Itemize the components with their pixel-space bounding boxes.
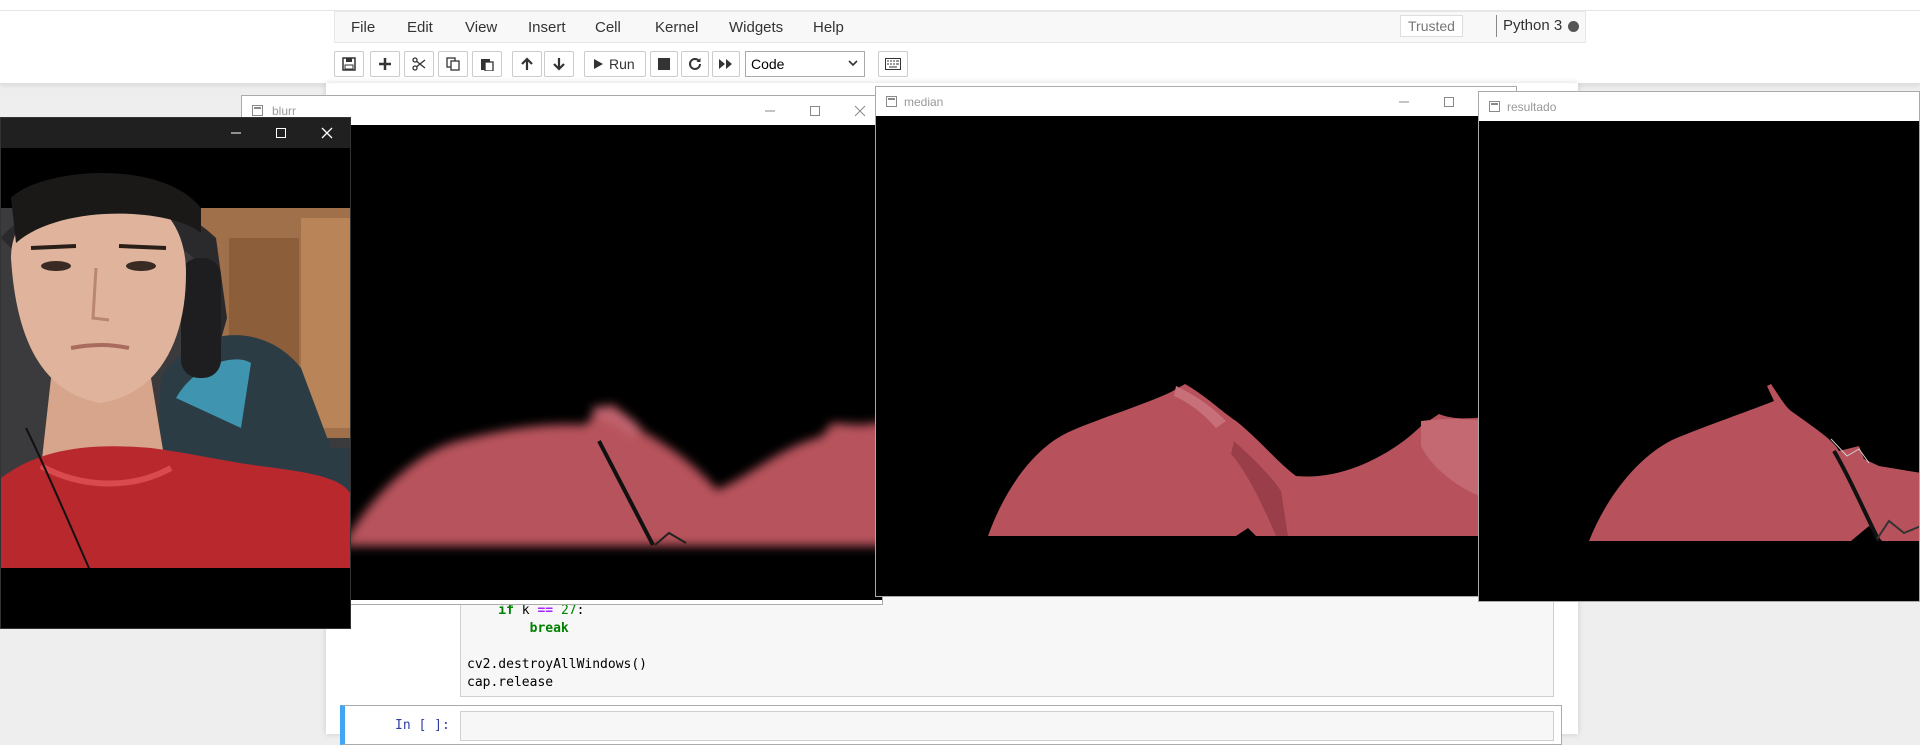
webcam-photo (1, 173, 350, 628)
resultado-titlebar[interactable]: resultado (1479, 92, 1919, 121)
webcam-window[interactable] (0, 117, 351, 629)
arrow-down-icon (553, 58, 565, 71)
close-icon[interactable] (321, 127, 333, 139)
browser-top-strip (0, 0, 1920, 11)
webcam-image (1, 148, 350, 628)
stop-icon (658, 58, 670, 70)
menu-widgets[interactable]: Widgets (729, 12, 783, 44)
webcam-titlebar[interactable] (1, 118, 350, 148)
cut-button[interactable] (404, 51, 434, 77)
window-app-icon (1489, 100, 1500, 112)
median-mask-image (988, 384, 1516, 536)
copy-icon (446, 57, 460, 71)
menu-cell[interactable]: Cell (595, 12, 621, 44)
cell-type-select[interactable]: Code (745, 51, 865, 77)
maximize-icon[interactable] (809, 105, 821, 117)
code-line-destroy: cv2.destroyAllWindows() (467, 657, 648, 672)
kernel-name[interactable]: Python 3 (1503, 15, 1562, 37)
empty-cell-input[interactable] (460, 711, 1554, 741)
minimize-icon[interactable] (1398, 96, 1410, 108)
resultado-window[interactable]: resultado (1478, 91, 1920, 602)
menubar: File Edit View Insert Cell Kernel Widget… (334, 11, 1586, 43)
kernel-separator (1496, 15, 1497, 37)
menu-file[interactable]: File (351, 12, 375, 44)
keyboard-icon (885, 58, 901, 70)
window-app-icon (252, 104, 263, 116)
resultado-mask-image (1589, 384, 1919, 542)
chevron-down-icon (848, 60, 858, 67)
save-button[interactable] (334, 51, 364, 77)
menu-edit[interactable]: Edit (407, 12, 433, 44)
run-label: Run (609, 56, 635, 72)
paste-button[interactable] (472, 51, 502, 77)
menu-help[interactable]: Help (813, 12, 844, 44)
restart-button[interactable] (681, 51, 709, 77)
minimize-icon[interactable] (230, 127, 242, 139)
move-down-button[interactable] (544, 51, 574, 77)
cell-prompt: In [ ]: (395, 718, 450, 733)
menu-view[interactable]: View (465, 12, 497, 44)
scissors-icon (412, 57, 426, 71)
menu-kernel[interactable]: Kernel (655, 12, 698, 44)
restart-icon (689, 57, 701, 70)
arrow-up-icon (521, 57, 533, 70)
trusted-badge[interactable]: Trusted (1400, 15, 1463, 37)
restart-run-all-button[interactable] (712, 51, 740, 77)
blurr-title: blurr (272, 104, 297, 118)
close-icon[interactable] (854, 105, 866, 117)
window-app-icon (886, 95, 897, 107)
median-image (876, 116, 1516, 596)
code-line-if: if k == 27: (467, 603, 585, 618)
command-palette-button[interactable] (878, 51, 908, 77)
cell-type-value: Code (751, 56, 785, 72)
plus-icon (379, 58, 391, 70)
play-icon (594, 59, 603, 69)
fast-forward-icon (719, 59, 732, 69)
median-title: median (904, 95, 944, 109)
code-line-release: cap.release (467, 675, 554, 690)
move-up-button[interactable] (512, 51, 542, 77)
paste-icon (481, 59, 494, 71)
interrupt-button[interactable] (650, 51, 678, 77)
median-window[interactable]: median (875, 86, 1517, 597)
resultado-title: resultado (1507, 100, 1557, 114)
maximize-icon[interactable] (1443, 96, 1455, 108)
save-icon (342, 57, 356, 71)
copy-button[interactable] (438, 51, 468, 77)
run-button[interactable]: Run (584, 51, 646, 77)
minimize-icon[interactable] (764, 105, 776, 117)
median-titlebar[interactable]: median (876, 87, 1516, 116)
menu-insert[interactable]: Insert (528, 12, 566, 44)
resultado-image (1479, 121, 1919, 601)
maximize-icon[interactable] (275, 127, 287, 139)
kernel-status-icon (1568, 21, 1579, 32)
code-line-break: break (467, 621, 569, 636)
insert-cell-button[interactable] (370, 51, 400, 77)
